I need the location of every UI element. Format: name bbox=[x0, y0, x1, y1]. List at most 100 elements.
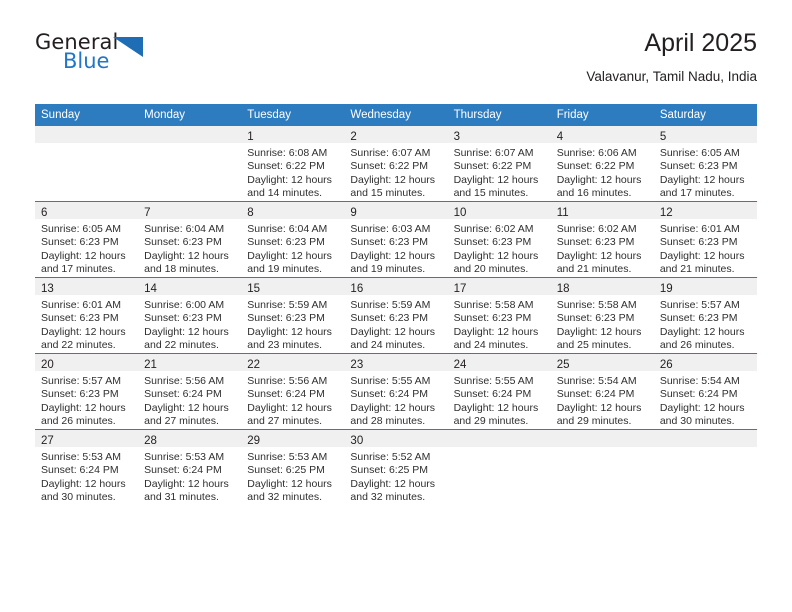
logo-text-blue: Blue bbox=[63, 49, 110, 73]
day-number: 15 bbox=[247, 283, 261, 295]
calendar-day-cell[interactable]: 14 Sunrise: 6:00 AM Sunset: 6:23 PM Dayligh… bbox=[138, 277, 242, 354]
daylight-text-line1: Daylight: 12 hours bbox=[453, 249, 539, 262]
sunset-text: Sunset: 6:24 PM bbox=[144, 464, 222, 477]
calendar-day-cell[interactable]: 4 Sunrise: 6:06 AM Sunset: 6:22 PM Daylight… bbox=[550, 126, 654, 202]
day-number-band: 2 bbox=[344, 126, 448, 143]
day-number: 30 bbox=[350, 435, 364, 447]
daylight-text-line2: and 31 minutes. bbox=[144, 490, 219, 503]
calendar-week-row: 1 Sunrise: 6:08 AM Sunset: 6:22 PM Daylight… bbox=[35, 126, 757, 202]
calendar-day-cell[interactable]: 6 Sunrise: 6:05 AM Sunset: 6:23 PM Daylight… bbox=[35, 201, 139, 278]
daylight-text-line1: Daylight: 12 hours bbox=[247, 249, 332, 262]
calendar-day-cell[interactable]: 21 Sunrise: 5:56 AM Sunset: 6:24 PM Dayligh… bbox=[138, 353, 242, 430]
sunset-text: Sunset: 6:22 PM bbox=[350, 160, 429, 173]
calendar-day-cell[interactable]: 17 Sunrise: 5:58 AM Sunset: 6:23 PM Dayligh… bbox=[447, 277, 551, 354]
daylight-text-line2: and 22 minutes. bbox=[144, 338, 219, 351]
weekday-header-sunday: Sunday bbox=[35, 104, 139, 126]
sunset-text: Sunset: 6:23 PM bbox=[659, 160, 738, 173]
daylight-text-line2: and 27 minutes. bbox=[144, 414, 219, 427]
calendar-day-cell-empty bbox=[138, 126, 242, 202]
day-number-band: 7 bbox=[138, 202, 242, 219]
day-cell-inner: 10 Sunrise: 6:02 AM Sunset: 6:23 PM Dayligh… bbox=[447, 202, 551, 277]
calendar-day-cell[interactable]: 10 Sunrise: 6:02 AM Sunset: 6:23 PM Dayligh… bbox=[447, 201, 551, 278]
daylight-text-line1: Daylight: 12 hours bbox=[41, 401, 126, 414]
calendar-day-cell[interactable]: 24 Sunrise: 5:55 AM Sunset: 6:24 PM Dayligh… bbox=[447, 353, 551, 430]
day-number: 28 bbox=[144, 435, 157, 447]
calendar-day-cell[interactable]: 7 Sunrise: 6:04 AM Sunset: 6:23 PM Daylight… bbox=[138, 201, 242, 278]
calendar-day-cell[interactable]: 1 Sunrise: 6:08 AM Sunset: 6:22 PM Daylight… bbox=[241, 126, 345, 202]
day-number: 21 bbox=[144, 359, 157, 371]
calendar-week-row: 13 Sunrise: 6:01 AM Sunset: 6:23 PM Dayligh… bbox=[35, 277, 757, 354]
calendar-day-cell[interactable]: 28 Sunrise: 5:53 AM Sunset: 6:24 PM Dayligh… bbox=[138, 429, 242, 505]
day-cell-inner: 21 Sunrise: 5:56 AM Sunset: 6:24 PM Dayligh… bbox=[138, 354, 242, 429]
day-cell-inner: 3 Sunrise: 6:07 AM Sunset: 6:22 PM Daylight… bbox=[447, 126, 551, 201]
calendar-day-cell[interactable]: 15 Sunrise: 5:59 AM Sunset: 6:23 PM Dayligh… bbox=[241, 277, 345, 354]
day-number: 25 bbox=[556, 359, 570, 371]
daylight-text-line1: Daylight: 12 hours bbox=[453, 173, 539, 186]
day-number-band: 12 bbox=[653, 202, 757, 219]
daylight-text-line2: and 16 minutes. bbox=[556, 186, 632, 199]
calendar-day-cell[interactable]: 18 Sunrise: 5:58 AM Sunset: 6:23 PM Dayligh… bbox=[550, 277, 654, 354]
day-number: 20 bbox=[41, 359, 54, 371]
calendar-day-cell[interactable]: 12 Sunrise: 6:01 AM Sunset: 6:23 PM Dayligh… bbox=[653, 201, 757, 278]
day-number-band: 10 bbox=[447, 202, 551, 219]
calendar-day-cell[interactable]: 22 Sunrise: 5:56 AM Sunset: 6:24 PM Dayligh… bbox=[241, 353, 345, 430]
calendar-header-row: Sunday Monday Tuesday Wednesday Thursday… bbox=[35, 104, 757, 126]
day-cell-body: Sunrise: 5:52 AM Sunset: 6:25 PM Daylight:… bbox=[344, 447, 447, 504]
day-number: 19 bbox=[659, 283, 673, 295]
calendar-day-cell[interactable]: 19 Sunrise: 5:57 AM Sunset: 6:23 PM Dayligh… bbox=[653, 277, 757, 354]
calendar-day-cell-empty bbox=[653, 429, 757, 505]
day-number: 7 bbox=[144, 207, 151, 219]
day-number-band: 24 bbox=[447, 354, 551, 371]
day-number-band: 18 bbox=[550, 278, 654, 295]
sunset-text: Sunset: 6:23 PM bbox=[453, 312, 532, 325]
weekday-header-monday: Monday bbox=[138, 104, 242, 126]
daylight-text-line2: and 32 minutes. bbox=[350, 490, 426, 503]
calendar-week-row: 6 Sunrise: 6:05 AM Sunset: 6:23 PM Daylight… bbox=[35, 201, 757, 278]
calendar-day-cell[interactable]: 16 Sunrise: 5:59 AM Sunset: 6:23 PM Dayligh… bbox=[344, 277, 448, 354]
day-cell-body: Sunrise: 5:55 AM Sunset: 6:24 PM Daylight:… bbox=[344, 371, 447, 428]
daylight-text-line2: and 32 minutes. bbox=[247, 490, 322, 503]
calendar-day-cell[interactable]: 20 Sunrise: 5:57 AM Sunset: 6:23 PM Dayligh… bbox=[35, 353, 139, 430]
daylight-text-line2: and 24 minutes. bbox=[453, 338, 529, 351]
day-number: 1 bbox=[247, 131, 254, 143]
calendar-day-cell[interactable]: 8 Sunrise: 6:04 AM Sunset: 6:23 PM Daylight… bbox=[241, 201, 345, 278]
daylight-text-line2: and 15 minutes. bbox=[350, 186, 426, 199]
sunset-text: Sunset: 6:25 PM bbox=[247, 464, 325, 477]
title-block: April 2025 Valavanur, Tamil Nadu, India bbox=[586, 28, 757, 87]
day-cell-inner: 23 Sunrise: 5:55 AM Sunset: 6:24 PM Dayligh… bbox=[344, 354, 448, 429]
calendar-day-cell[interactable]: 9 Sunrise: 6:03 AM Sunset: 6:23 PM Daylight… bbox=[344, 201, 448, 278]
calendar-day-cell[interactable]: 23 Sunrise: 5:55 AM Sunset: 6:24 PM Dayligh… bbox=[344, 353, 448, 430]
day-number-band: 9 bbox=[344, 202, 448, 219]
calendar-day-cell[interactable]: 30 Sunrise: 5:52 AM Sunset: 6:25 PM Dayligh… bbox=[344, 429, 448, 505]
calendar-day-cell[interactable]: 11 Sunrise: 6:02 AM Sunset: 6:23 PM Dayligh… bbox=[550, 201, 654, 278]
day-number-band: 3 bbox=[447, 126, 551, 143]
day-cell-body: Sunrise: 5:54 AM Sunset: 6:24 PM Daylight:… bbox=[551, 371, 654, 428]
daylight-text-line1: Daylight: 12 hours bbox=[144, 325, 229, 338]
day-cell-body: Sunrise: 5:57 AM Sunset: 6:23 PM Daylight:… bbox=[654, 295, 757, 352]
day-cell-body: Sunrise: 6:04 AM Sunset: 6:23 PM Daylight:… bbox=[138, 219, 241, 276]
day-number: 12 bbox=[659, 207, 673, 219]
calendar-day-cell[interactable]: 2 Sunrise: 6:07 AM Sunset: 6:22 PM Daylight… bbox=[344, 126, 448, 202]
calendar-day-cell[interactable]: 27 Sunrise: 5:53 AM Sunset: 6:24 PM Dayligh… bbox=[35, 429, 139, 505]
sunrise-text: Sunrise: 6:02 AM bbox=[453, 223, 534, 235]
daylight-text-line2: and 14 minutes. bbox=[247, 186, 322, 199]
day-number-band: 14 bbox=[138, 278, 242, 295]
sunrise-text: Sunrise: 5:54 AM bbox=[556, 375, 637, 387]
day-cell-inner: 17 Sunrise: 5:58 AM Sunset: 6:23 PM Dayligh… bbox=[447, 278, 551, 353]
calendar-day-cell[interactable]: 5 Sunrise: 6:05 AM Sunset: 6:23 PM Daylight… bbox=[653, 126, 757, 202]
sunrise-sunset-calendar: Sunday Monday Tuesday Wednesday Thursday… bbox=[35, 104, 757, 505]
calendar-day-cell[interactable]: 25 Sunrise: 5:54 AM Sunset: 6:24 PM Dayligh… bbox=[550, 353, 654, 430]
calendar-day-cell[interactable]: 13 Sunrise: 6:01 AM Sunset: 6:23 PM Dayligh… bbox=[35, 277, 139, 354]
day-cell-inner: 16 Sunrise: 5:59 AM Sunset: 6:23 PM Dayligh… bbox=[344, 278, 448, 353]
day-cell-inner: 22 Sunrise: 5:56 AM Sunset: 6:24 PM Dayligh… bbox=[241, 354, 345, 429]
calendar-day-cell[interactable]: 26 Sunrise: 5:54 AM Sunset: 6:24 PM Dayligh… bbox=[653, 353, 757, 430]
day-cell-body: Sunrise: 6:01 AM Sunset: 6:23 PM Daylight:… bbox=[654, 219, 757, 276]
daylight-text-line2: and 29 minutes. bbox=[453, 414, 529, 427]
calendar-day-cell-empty bbox=[35, 126, 139, 202]
day-cell-inner: 1 Sunrise: 6:08 AM Sunset: 6:22 PM Daylight… bbox=[241, 126, 345, 201]
calendar-day-cell[interactable]: 3 Sunrise: 6:07 AM Sunset: 6:22 PM Daylight… bbox=[447, 126, 551, 202]
sunrise-text: Sunrise: 5:59 AM bbox=[247, 299, 328, 311]
calendar-day-cell[interactable]: 29 Sunrise: 5:53 AM Sunset: 6:25 PM Dayligh… bbox=[241, 429, 345, 505]
day-number-band: 25 bbox=[550, 354, 654, 371]
page-subtitle-location: Valavanur, Tamil Nadu, India bbox=[586, 69, 757, 84]
